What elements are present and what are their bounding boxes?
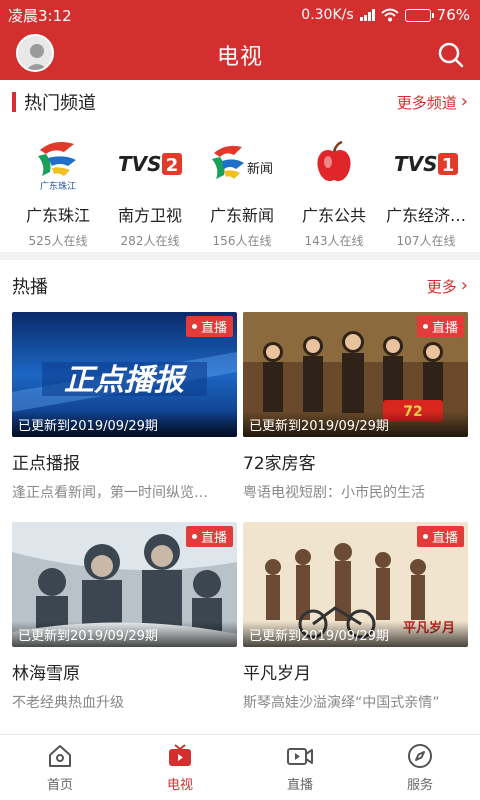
program-card[interactable]: 直播 已更新到2019/09/29期 林海雪原 不老经典热血升级 <box>12 522 237 732</box>
update-info: 已更新到2019/09/29期 <box>243 411 468 437</box>
section-accent-bar <box>12 92 16 112</box>
hot-channels-title-wrap: 热门频道 <box>12 89 96 115</box>
channel-online-count: 525人在线 <box>28 234 88 248</box>
nav-item-service[interactable]: 服务 <box>360 735 480 800</box>
nav-item-live[interactable]: 直播 <box>240 735 360 800</box>
channel-item[interactable]: TVS 1 广东经济… 107人在线 <box>380 124 472 252</box>
gdtv-news-logo: 新闻 <box>208 130 276 198</box>
channel-name: 广东经济… <box>385 206 466 225</box>
apple-logo <box>300 130 368 198</box>
channel-item[interactable]: TVS 2 南方卫视 282人在线 <box>104 124 196 252</box>
nav-label: 电视 <box>166 778 193 793</box>
program-thumbnail: 正点播报 直播 已更新到2019/09/29期 <box>12 312 237 437</box>
channel-name: 南方卫视 <box>117 206 182 225</box>
svg-text:正点播报: 正点播报 <box>64 363 188 398</box>
program-thumbnail: 直播 已更新到2019/09/29期 <box>12 522 237 647</box>
program-thumbnail: 72 直播 已更新到2019/09/29期 <box>243 312 468 437</box>
update-info: 已更新到2019/09/29期 <box>243 621 468 647</box>
program-card[interactable]: 72 直播 已更新到2019/09/29期 72家房客 粤语电视短剧：小市民的生… <box>243 312 468 522</box>
tv-icon <box>169 744 191 766</box>
battery-icon <box>404 8 434 22</box>
channel-online-count: 156人在线 <box>212 234 272 248</box>
user-avatar-icon <box>18 36 52 70</box>
chevron-right-icon: › <box>460 275 468 296</box>
hot-channels-title: 热门频道 <box>24 93 96 114</box>
status-time: 凌晨3:12 <box>8 6 72 25</box>
svg-text:1: 1 <box>442 155 455 176</box>
channel-item[interactable]: 广东公共 143人在线 <box>288 124 380 252</box>
tv-page: 凌晨3:12 0.30K/s 76% 电视 热门频道 更多频道 › 广东珠江 广… <box>0 0 480 800</box>
avatar[interactable] <box>16 34 54 72</box>
live-dot-icon <box>191 534 197 539</box>
live-dot-icon <box>191 324 197 329</box>
channel-online-count: 282人在线 <box>120 234 180 248</box>
hot-play-grid: 正点播报 直播 已更新到2019/09/29期 正点播报 逢正点看新闻，第一时间… <box>0 312 480 732</box>
program-description: 不老经典热血升级 <box>12 695 124 711</box>
svg-text:TVS: TVS <box>118 152 162 176</box>
tvs1-logo: TVS 1 <box>392 130 460 198</box>
more-channels-label: 更多频道 <box>396 93 457 112</box>
program-title: 林海雪原 <box>12 664 80 684</box>
gdtv-zhujiang-logo: 广东珠江 <box>24 130 92 198</box>
hot-play-title: 热播 <box>12 277 48 298</box>
channel-item[interactable]: 新闻 广东新闻 156人在线 <box>196 124 288 252</box>
tvs2-logo: TVS 2 <box>116 130 184 198</box>
nav-label: 服务 <box>406 778 433 793</box>
channel-name: 广东公共 <box>301 206 366 225</box>
network-speed: 0.30K/s <box>301 7 354 23</box>
nav-label: 首页 <box>46 778 73 793</box>
status-indicators: 0.30K/s 76% <box>301 6 470 24</box>
program-title: 平凡岁月 <box>243 664 311 684</box>
channel-item[interactable]: 广东珠江 广东珠江 525人在线 <box>12 124 104 252</box>
section-divider <box>0 252 480 260</box>
wifi-icon <box>380 8 399 22</box>
hot-channels-header: 热门频道 更多频道 › <box>0 80 480 124</box>
program-description: 粤语电视短剧：小市民的生活 <box>243 485 425 501</box>
update-info: 已更新到2019/09/29期 <box>12 621 237 647</box>
nav-label: 直播 <box>286 778 313 793</box>
program-title: 72家房客 <box>243 454 316 474</box>
channel-name: 广东珠江 <box>25 206 90 225</box>
chevron-right-icon: › <box>460 91 468 112</box>
page-title: 电视 <box>216 45 263 70</box>
signal-icon <box>359 9 375 21</box>
update-info: 已更新到2019/09/29期 <box>12 411 237 437</box>
more-hot-play-link[interactable]: 更多 › <box>427 276 468 297</box>
live-dot-icon <box>422 324 428 329</box>
svg-text:2: 2 <box>166 155 179 176</box>
channel-online-count: 107人在线 <box>396 234 456 248</box>
nav-item-tv[interactable]: 电视 <box>120 735 240 800</box>
live-badge: 直播 <box>185 526 233 547</box>
svg-text:广东珠江: 广东珠江 <box>40 180 76 192</box>
more-hot-play-label: 更多 <box>426 277 457 296</box>
status-bar: 凌晨3:12 0.30K/s 76% <box>0 0 480 30</box>
program-description: 斯琴高娃沙溢演绎“中国式亲情” <box>243 695 440 711</box>
live-video-icon <box>287 748 313 765</box>
home-icon <box>49 745 71 767</box>
app-header: 电视 <box>0 30 480 80</box>
program-description: 逢正点看新闻，第一时间纵览… <box>12 485 208 501</box>
battery-percent: 76% <box>436 6 470 24</box>
more-channels-link[interactable]: 更多频道 › <box>397 92 468 113</box>
program-card[interactable]: 正点播报 直播 已更新到2019/09/29期 正点播报 逢正点看新闻，第一时间… <box>12 312 237 522</box>
live-dot-icon <box>422 534 428 539</box>
program-card[interactable]: 平凡岁月 直播 已更新到2019/09/29期 平凡岁月 斯琴高娃沙溢演绎“中国… <box>243 522 468 732</box>
search-icon[interactable] <box>436 40 466 70</box>
svg-text:新闻: 新闻 <box>247 161 273 177</box>
live-badge: 直播 <box>416 316 464 337</box>
live-badge: 直播 <box>185 316 233 337</box>
bottom-nav: 首页 电视 直播 服务 <box>0 734 480 800</box>
channel-online-count: 143人在线 <box>304 234 364 248</box>
program-thumbnail: 平凡岁月 直播 已更新到2019/09/29期 <box>243 522 468 647</box>
channel-list: 广东珠江 广东珠江 525人在线 TVS 2 南方卫视 282人在线 新闻 广东… <box>0 124 480 252</box>
svg-text:TVS: TVS <box>394 152 438 176</box>
nav-item-home[interactable]: 首页 <box>0 735 120 800</box>
hot-play-header: 热播 更多 › <box>0 260 480 312</box>
live-badge: 直播 <box>416 526 464 547</box>
program-title: 正点播报 <box>12 454 80 474</box>
compass-icon <box>408 744 432 768</box>
channel-name: 广东新闻 <box>209 206 274 225</box>
